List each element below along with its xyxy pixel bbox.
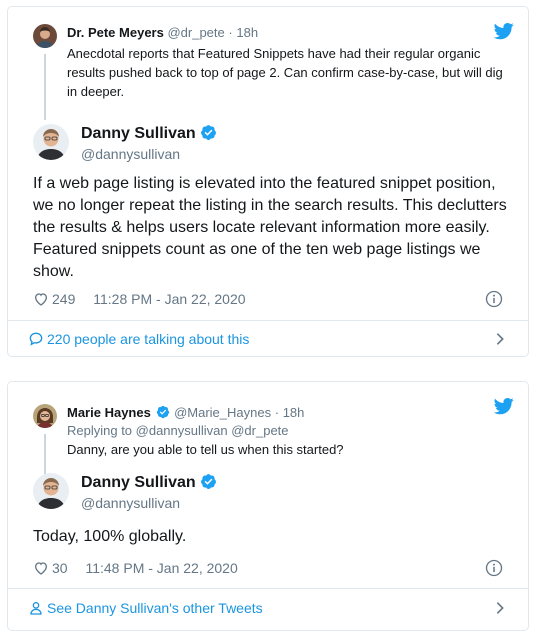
- thread-line: [44, 54, 46, 120]
- avatar[interactable]: [33, 473, 69, 509]
- chevron-right-icon[interactable]: [492, 331, 508, 347]
- like-count[interactable]: 249: [52, 291, 75, 307]
- author-name-row: Danny Sullivan: [81, 124, 217, 144]
- separator-dot: ·: [274, 405, 280, 420]
- parent-tweet-time[interactable]: 18h: [236, 25, 258, 40]
- like-count[interactable]: 30: [52, 560, 68, 576]
- tweet-timestamp[interactable]: 11:28 PM - Jan 22, 2020: [93, 291, 245, 307]
- info-icon[interactable]: [485, 559, 503, 577]
- separator-dot: ·: [228, 25, 233, 40]
- heart-icon[interactable]: [33, 560, 49, 576]
- parent-author-handle[interactable]: @dr_pete: [167, 25, 224, 40]
- parent-tweet[interactable]: Marie Haynes @Marie_Haynes · 18h Replyin…: [33, 404, 508, 482]
- embedded-tweet-card: Dr. Pete Meyers @dr_pete · 18h Anecdotal…: [7, 6, 529, 357]
- tweet-meta: 249 11:28 PM - Jan 22, 2020: [33, 289, 503, 309]
- divider: [8, 320, 528, 321]
- comment-icon: [29, 332, 43, 346]
- parent-tweet-header: Marie Haynes @Marie_Haynes · 18h: [67, 404, 508, 422]
- tweet-text: If a web page listing is elevated into t…: [33, 175, 507, 280]
- heart-icon[interactable]: [33, 291, 49, 307]
- tweet-author[interactable]: Danny Sullivan @dannysullivan: [33, 473, 333, 517]
- parent-tweet-header: Dr. Pete Meyers @dr_pete · 18h: [67, 24, 508, 42]
- embedded-tweet-card: Marie Haynes @Marie_Haynes · 18h Replyin…: [7, 381, 529, 631]
- chevron-right-icon[interactable]: [492, 600, 508, 616]
- avatar[interactable]: [33, 24, 57, 48]
- tweet-meta: 30 11:48 PM - Jan 22, 2020: [33, 558, 503, 578]
- tweet-text: Today, 100% globally.: [33, 528, 187, 545]
- avatar[interactable]: [33, 124, 69, 160]
- parent-tweet[interactable]: Dr. Pete Meyers @dr_pete · 18h Anecdotal…: [33, 24, 508, 120]
- profile-link[interactable]: See Danny Sullivan's other Tweets: [28, 597, 508, 619]
- info-icon[interactable]: [485, 290, 503, 308]
- replying-to[interactable]: Replying to @dannysullivan @dr_pete: [67, 422, 508, 440]
- author-name-row: Danny Sullivan: [81, 473, 217, 493]
- author-handle[interactable]: @dannysullivan: [81, 494, 180, 512]
- author-name[interactable]: Danny Sullivan: [81, 125, 196, 142]
- tweet-author[interactable]: Danny Sullivan @dannysullivan: [33, 124, 333, 168]
- verified-badge-icon: [200, 125, 216, 140]
- parent-tweet-text: Anecdotal reports that Featured Snippets…: [67, 46, 503, 99]
- person-icon: [30, 602, 42, 615]
- parent-author-name[interactable]: Dr. Pete Meyers: [67, 25, 164, 40]
- tweet-timestamp[interactable]: 11:48 PM - Jan 22, 2020: [85, 560, 237, 576]
- parent-author-handle[interactable]: @Marie_Haynes: [174, 405, 271, 420]
- divider: [8, 588, 528, 589]
- parent-author-name[interactable]: Marie Haynes: [67, 405, 151, 420]
- verified-badge-icon: [200, 474, 216, 489]
- verified-badge-icon: [157, 405, 170, 419]
- conversation-link-label[interactable]: 220 people are talking about this: [47, 331, 249, 347]
- parent-tweet-time[interactable]: 18h: [283, 405, 305, 420]
- avatar[interactable]: [33, 404, 57, 428]
- parent-tweet-text: Danny, are you able to tell us when this…: [67, 442, 344, 457]
- profile-link-label[interactable]: See Danny Sullivan's other Tweets: [47, 600, 263, 616]
- author-name[interactable]: Danny Sullivan: [81, 474, 196, 491]
- conversation-link[interactable]: 220 people are talking about this: [28, 328, 508, 350]
- author-handle[interactable]: @dannysullivan: [81, 145, 180, 163]
